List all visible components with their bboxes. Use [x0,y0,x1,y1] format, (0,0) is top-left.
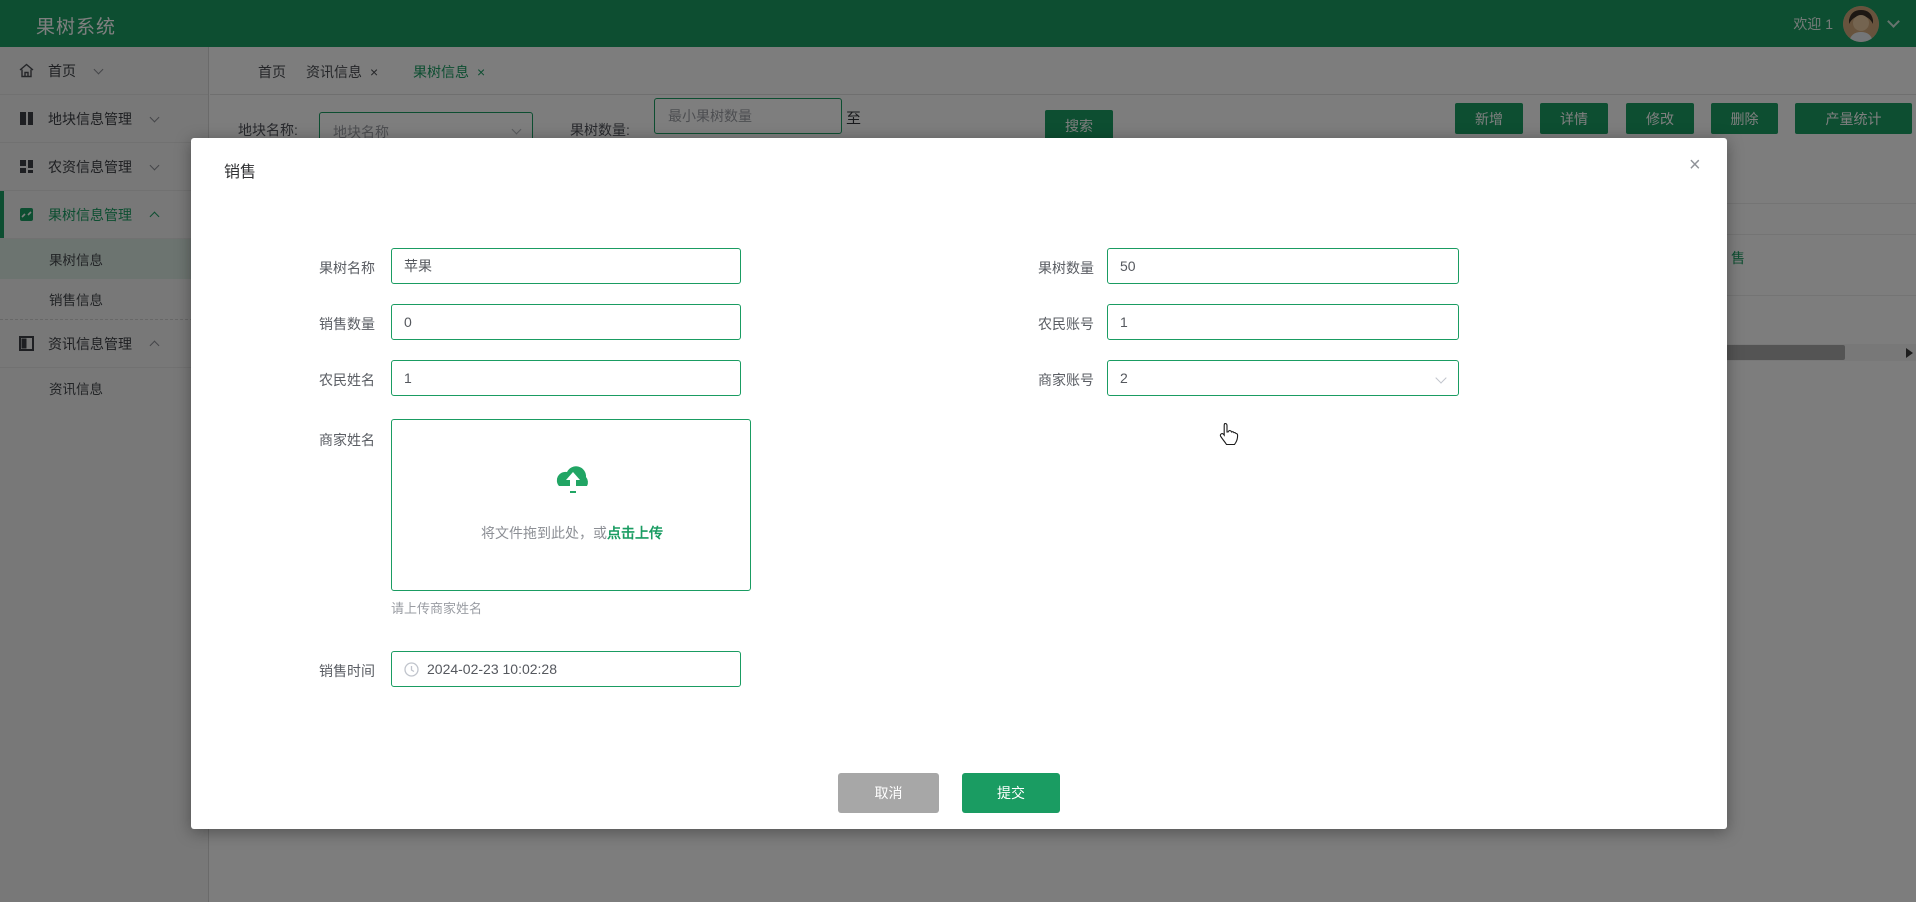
upload-hint: 请上传商家姓名 [391,598,482,617]
clock-icon [404,662,419,677]
upload-click-link[interactable]: 点击上传 [607,525,663,541]
submit-button[interactable]: 提交 [962,773,1060,813]
merchant-account-value[interactable] [1107,360,1459,396]
sale-count-label: 销售数量 [215,314,375,334]
sale-time-input[interactable]: 2024-02-23 10:02:28 [391,651,741,687]
merchant-name-upload-dropzone[interactable]: 将文件拖到此处，或点击上传 [391,419,751,591]
tree-count-input[interactable] [1107,248,1459,284]
farmer-account-input[interactable] [1107,304,1459,340]
merchant-name-label: 商家姓名 [215,430,375,450]
merchant-account-label: 商家账号 [934,370,1094,390]
tree-count-label: 果树数量 [934,258,1094,278]
upload-instruction: 将文件拖到此处，或点击上传 [392,523,752,543]
farmer-name-label: 农民姓名 [215,370,375,390]
tree-name-input[interactable] [391,248,741,284]
merchant-account-select[interactable] [1107,360,1459,396]
sale-count-input[interactable] [391,304,741,340]
cancel-button[interactable]: 取消 [838,773,939,813]
upload-cloud-icon [550,460,596,500]
sales-dialog: 销售 × 果树名称 果树数量 销售数量 农民账号 农民姓名 商家账号 商家姓名 … [191,138,1727,829]
sale-time-label: 销售时间 [215,661,375,681]
tree-name-label: 果树名称 [215,258,375,278]
sale-time-value: 2024-02-23 10:02:28 [427,661,557,677]
dialog-title: 销售 [224,158,256,182]
farmer-account-label: 农民账号 [934,314,1094,334]
farmer-name-input[interactable] [391,360,741,396]
upload-drag-text: 将文件拖到此处，或 [481,525,607,541]
dialog-close-icon[interactable]: × [1689,154,1701,177]
